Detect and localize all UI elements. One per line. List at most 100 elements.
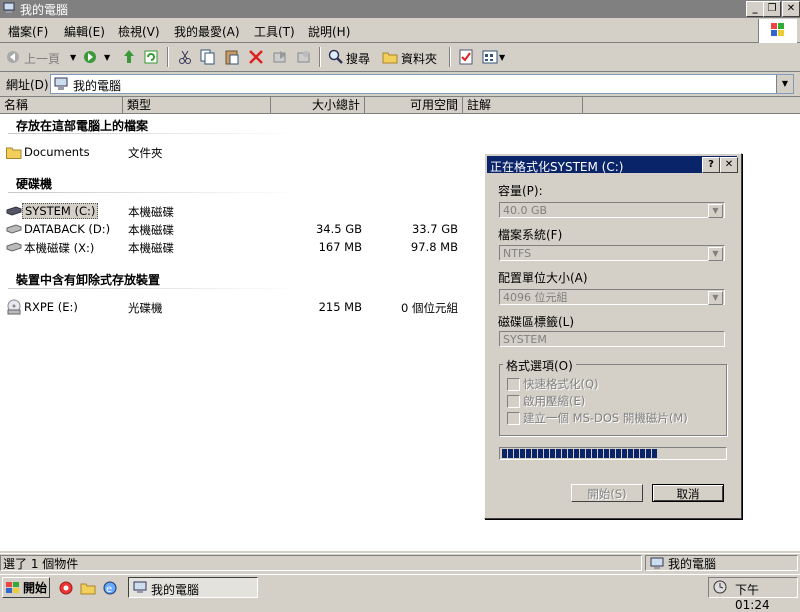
progress-block xyxy=(556,449,561,458)
menu-file[interactable]: 檔案(F) xyxy=(8,23,48,40)
progress-block xyxy=(508,449,513,458)
column-comment[interactable]: 註解 xyxy=(463,97,583,113)
quick-format-checkbox[interactable] xyxy=(507,378,520,391)
capacity-select[interactable]: 40.0 GB ▼ xyxy=(499,202,725,218)
item-type: 本機磁碟 xyxy=(128,223,174,237)
list-item[interactable]: DATABACK (D:) 本機磁碟 34.5 GB 33.7 GB xyxy=(4,221,464,237)
dialog-help-button[interactable]: ? xyxy=(702,157,720,173)
list-item[interactable]: Documents 文件夾 xyxy=(4,144,464,160)
column-type[interactable]: 類型 xyxy=(123,97,271,113)
address-dropdown-icon[interactable]: ▼ xyxy=(776,75,793,93)
window-title: 我的電腦 xyxy=(20,3,69,17)
window-titlebar[interactable]: 我的電腦 _ ❐ ✕ xyxy=(0,0,800,18)
menu-bar: 檔案(F) 編輯(E) 檢視(V) 我的最愛(A) 工具(T) 說明(H) xyxy=(0,18,800,43)
volume-label-label: 磁碟區標籤(L) xyxy=(498,315,575,329)
folders-icon[interactable] xyxy=(382,49,398,65)
back-arrow-icon[interactable] xyxy=(6,50,20,64)
item-name: DATABACK (D:) xyxy=(24,222,111,236)
column-name[interactable]: 名稱 xyxy=(0,97,123,113)
group-header-files: 存放在這部電腦上的檔案 xyxy=(16,119,149,133)
search-icon[interactable] xyxy=(328,49,344,65)
svg-text:e: e xyxy=(106,584,112,595)
dialog-close-button[interactable]: ✕ xyxy=(720,157,738,173)
item-type: 本機磁碟 xyxy=(128,205,174,219)
compression-checkbox[interactable] xyxy=(507,395,520,408)
filesystem-label: 檔案系統(F) xyxy=(498,228,563,242)
folders-button[interactable]: 資料夾 xyxy=(401,50,437,67)
properties-icon[interactable] xyxy=(458,49,474,65)
address-bar: 網址(D) 我的電腦 ▼ xyxy=(0,72,800,97)
cut-icon[interactable] xyxy=(178,49,192,65)
allocation-select[interactable]: 4096 位元組 ▼ xyxy=(499,289,725,305)
copy-icon[interactable] xyxy=(200,49,216,65)
progress-block xyxy=(550,449,555,458)
delete-icon[interactable] xyxy=(248,49,264,65)
progress-block xyxy=(574,449,579,458)
status-selection: 選了 1 個物件 xyxy=(0,555,642,571)
computer-icon xyxy=(3,2,15,13)
progress-fill xyxy=(502,449,657,458)
toolbar-separator xyxy=(167,47,169,67)
minimize-button[interactable]: _ xyxy=(746,1,764,17)
item-name: RXPE (E:) xyxy=(24,300,78,314)
menu-help[interactable]: 說明(H) xyxy=(308,23,350,40)
list-item[interactable]: 本機磁碟 (X:) 本機磁碟 167 MB 97.8 MB xyxy=(4,239,464,255)
filesystem-select[interactable]: NTFS ▼ xyxy=(499,245,725,261)
forward-dropdown-icon[interactable]: ▼ xyxy=(104,53,110,62)
volume-label-input[interactable]: SYSTEM xyxy=(499,331,725,347)
chevron-down-icon: ▼ xyxy=(708,204,723,218)
start-button[interactable]: 開始(S) xyxy=(571,484,643,502)
internet-explorer-icon[interactable]: e xyxy=(102,580,118,596)
computer-icon xyxy=(54,77,68,90)
column-free-space[interactable]: 可用空間 xyxy=(365,97,463,113)
progress-block xyxy=(532,449,537,458)
cancel-button[interactable]: 取消 xyxy=(652,484,724,502)
copy-to-icon[interactable] xyxy=(296,49,312,65)
menu-view[interactable]: 檢視(V) xyxy=(118,23,160,40)
start-button-taskbar[interactable]: 開始 xyxy=(2,577,50,598)
windows-flag-icon xyxy=(6,582,19,593)
progress-block xyxy=(640,449,645,458)
menu-tools[interactable]: 工具(T) xyxy=(254,23,295,40)
progress-block xyxy=(580,449,585,458)
dialog-titlebar[interactable]: 正在格式化SYSTEM (C:) ? ✕ xyxy=(487,156,738,174)
move-to-icon[interactable] xyxy=(272,49,288,65)
progress-block xyxy=(514,449,519,458)
hard-drive-icon xyxy=(6,242,22,252)
capacity-value: 40.0 GB xyxy=(503,204,548,217)
back-button[interactable]: 上一頁 xyxy=(24,50,60,67)
list-item-selected[interactable]: SYSTEM (C:) 本機磁碟 xyxy=(4,203,464,219)
up-folder-icon[interactable] xyxy=(122,49,136,65)
menu-edit[interactable]: 編輯(E) xyxy=(64,23,105,40)
sync-icon[interactable] xyxy=(144,49,158,65)
column-total-size[interactable]: 大小總計 xyxy=(271,97,365,113)
back-dropdown-icon[interactable]: ▼ xyxy=(70,53,76,62)
views-icon[interactable] xyxy=(482,49,498,65)
close-button[interactable]: ✕ xyxy=(782,1,800,17)
browser-icon[interactable] xyxy=(58,580,74,596)
forward-arrow-icon[interactable] xyxy=(83,50,97,64)
progress-block xyxy=(604,449,609,458)
item-size: 34.5 GB xyxy=(315,222,362,236)
address-input[interactable]: 我的電腦 ▼ xyxy=(50,74,794,94)
msdos-boot-checkbox[interactable] xyxy=(507,412,520,425)
search-button[interactable]: 搜尋 xyxy=(346,50,370,67)
clock-icon[interactable] xyxy=(713,580,727,594)
progress-block xyxy=(610,449,615,458)
folder-icon[interactable] xyxy=(80,580,96,596)
item-free: 0 個位元組 xyxy=(401,301,458,315)
address-value: 我的電腦 xyxy=(73,79,122,93)
toolbar-separator xyxy=(449,47,451,67)
paste-icon[interactable] xyxy=(224,49,240,65)
taskbar: 開始 e 我的電腦 下午 01:24 xyxy=(0,574,800,612)
progress-block xyxy=(568,449,573,458)
msdos-boot-label: 建立一個 MS-DOS 開機磁片(M) xyxy=(523,411,688,425)
list-item[interactable]: RXPE (E:) 光碟機 215 MB 0 個位元組 xyxy=(4,299,464,315)
menu-favorites[interactable]: 我的最愛(A) xyxy=(174,23,240,40)
views-dropdown-icon[interactable]: ▼ xyxy=(499,53,505,62)
progress-block xyxy=(622,449,627,458)
progress-block xyxy=(526,449,531,458)
item-size: 167 MB xyxy=(318,240,362,254)
restore-button[interactable]: ❐ xyxy=(763,1,781,17)
taskbar-window-my-computer[interactable]: 我的電腦 xyxy=(128,577,258,598)
